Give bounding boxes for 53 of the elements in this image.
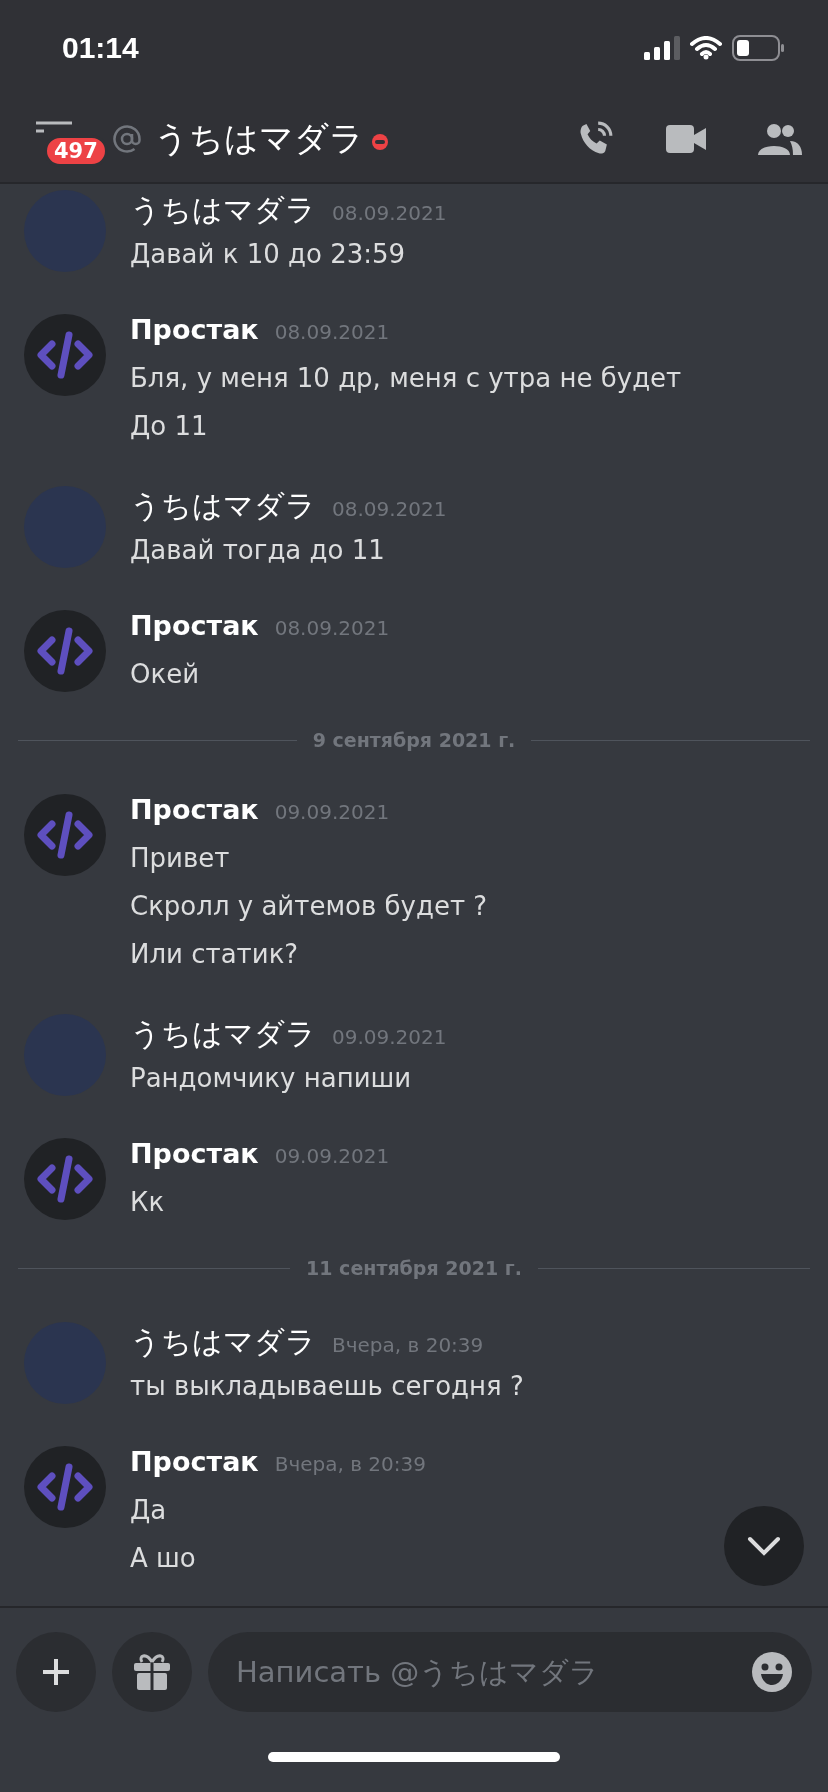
message-text: Или статик? (130, 938, 300, 971)
author-name[interactable]: Простак (130, 794, 259, 825)
channel-title: うちはマダラ (154, 117, 364, 160)
gift-icon (132, 1652, 172, 1692)
author-name[interactable]: うちはマダラ (130, 1322, 316, 1363)
message-text: ты выкладываешь сегодня ? (130, 1370, 524, 1403)
author-name[interactable]: うちはマダラ (130, 190, 316, 231)
message-text: Бля, у меня 10 др, меня с утра не будет (130, 362, 682, 395)
date-divider-label: 11 сентября 2021 г. (306, 1257, 522, 1279)
message-text: Давай к 10 до 23:59 (130, 238, 407, 271)
code-icon (36, 627, 94, 675)
author-name[interactable]: うちはマダラ (130, 1014, 316, 1055)
message-text: Кк (130, 1186, 166, 1219)
at-sign-icon (112, 124, 142, 154)
code-icon (36, 1463, 94, 1511)
timestamp: 08.09.2021 (332, 201, 447, 225)
plus-icon (41, 1657, 71, 1687)
unread-badge: 497 (44, 135, 108, 167)
message-text: До 11 (130, 410, 209, 443)
message-text: Давай тогда до 11 (130, 534, 386, 567)
timestamp: 09.09.2021 (274, 1144, 390, 1168)
message-text: Скролл у айтемов будет ? (130, 890, 488, 923)
battery-icon (732, 35, 784, 61)
code-icon (36, 1155, 94, 1203)
signal-icon (644, 36, 680, 60)
code-icon (36, 331, 94, 379)
author-name[interactable]: Простак (130, 1138, 259, 1169)
smiley-icon[interactable] (752, 1652, 792, 1692)
video-camera-icon[interactable] (666, 125, 706, 153)
author-name[interactable]: うちはマダラ (130, 486, 316, 527)
message-text: Рандомчику напиши (130, 1062, 413, 1095)
timestamp: 09.09.2021 (274, 800, 390, 824)
wifi-icon (690, 36, 722, 60)
timestamp: Вчера, в 20:39 (274, 1452, 426, 1476)
author-name[interactable]: Простак (130, 314, 259, 345)
timestamp: 08.09.2021 (274, 616, 390, 640)
code-icon (36, 811, 94, 859)
message-input[interactable]: Написать @うちはマダラ (208, 1632, 812, 1712)
members-icon[interactable] (758, 123, 802, 155)
message-text: А шо (130, 1542, 197, 1575)
timestamp: 08.09.2021 (274, 320, 390, 344)
date-divider-label: 9 сентября 2021 г. (312, 729, 516, 751)
author-name[interactable]: Простак (130, 1446, 259, 1477)
message-text: Да (130, 1494, 168, 1527)
menu-icon[interactable] (36, 121, 72, 134)
status-time: 01:14 (62, 31, 139, 65)
author-name[interactable]: Простак (130, 610, 259, 641)
message-text: Привет (130, 842, 231, 875)
message-text: Окей (130, 658, 201, 691)
timestamp: Вчера, в 20:39 (332, 1333, 484, 1357)
timestamp: 08.09.2021 (332, 497, 447, 521)
timestamp: 09.09.2021 (332, 1025, 447, 1049)
chevron-down-icon (747, 1536, 781, 1556)
